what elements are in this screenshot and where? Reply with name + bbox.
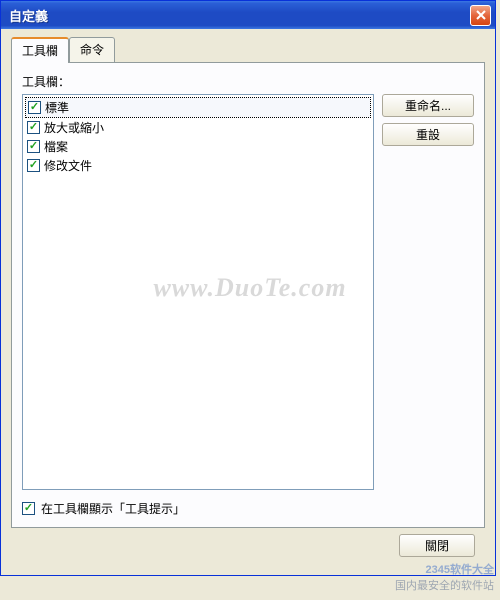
checkbox-icon[interactable] [27,121,40,134]
show-tooltips-label: 在工具欄顯示「工具提示」 [41,500,185,517]
tab-strip: 工具欄 命令 [11,37,485,63]
checkbox-icon[interactable] [22,502,35,515]
list-item[interactable]: 修改文件 [25,156,371,175]
tab-label: 工具欄 [22,44,58,58]
close-button[interactable]: 關閉 [399,534,475,557]
checkbox-icon[interactable] [28,101,41,114]
reset-button[interactable]: 重設 [382,123,474,146]
list-item-label: 標準 [45,99,69,116]
button-column: 重命名... 重設 [382,94,474,490]
toolbar-list-label: 工具欄： [22,73,474,90]
checkbox-icon[interactable] [27,159,40,172]
show-tooltips-row[interactable]: 在工具欄顯示「工具提示」 [22,500,474,517]
close-icon [476,10,486,20]
tab-commands[interactable]: 命令 [69,37,115,62]
toolbar-listbox[interactable]: 標準 放大或縮小 檔案 修改文件 [22,94,374,490]
customize-dialog: 自定義 工具欄 命令 工具欄： 標準 [0,0,496,576]
list-item[interactable]: 標準 [25,97,371,118]
tab-toolbar[interactable]: 工具欄 [11,37,69,63]
badge-line2: 国内最安全的软件站 [395,579,494,594]
dialog-footer: 關閉 [11,528,485,567]
titlebar: 自定義 [1,1,495,29]
list-item-label: 修改文件 [44,157,92,174]
tab-panel-toolbar: 工具欄： 標準 放大或縮小 檔案 [11,63,485,528]
window-title: 自定義 [9,6,470,25]
main-row: 標準 放大或縮小 檔案 修改文件 重命 [22,94,474,490]
list-item[interactable]: 放大或縮小 [25,118,371,137]
window-close-button[interactable] [470,5,491,26]
list-item-label: 放大或縮小 [44,119,104,136]
rename-button[interactable]: 重命名... [382,94,474,117]
tab-label: 命令 [80,43,104,57]
dialog-content: 工具欄 命令 工具欄： 標準 放大或縮小 [1,29,495,575]
list-item-label: 檔案 [44,138,68,155]
checkbox-icon[interactable] [27,140,40,153]
list-item[interactable]: 檔案 [25,137,371,156]
